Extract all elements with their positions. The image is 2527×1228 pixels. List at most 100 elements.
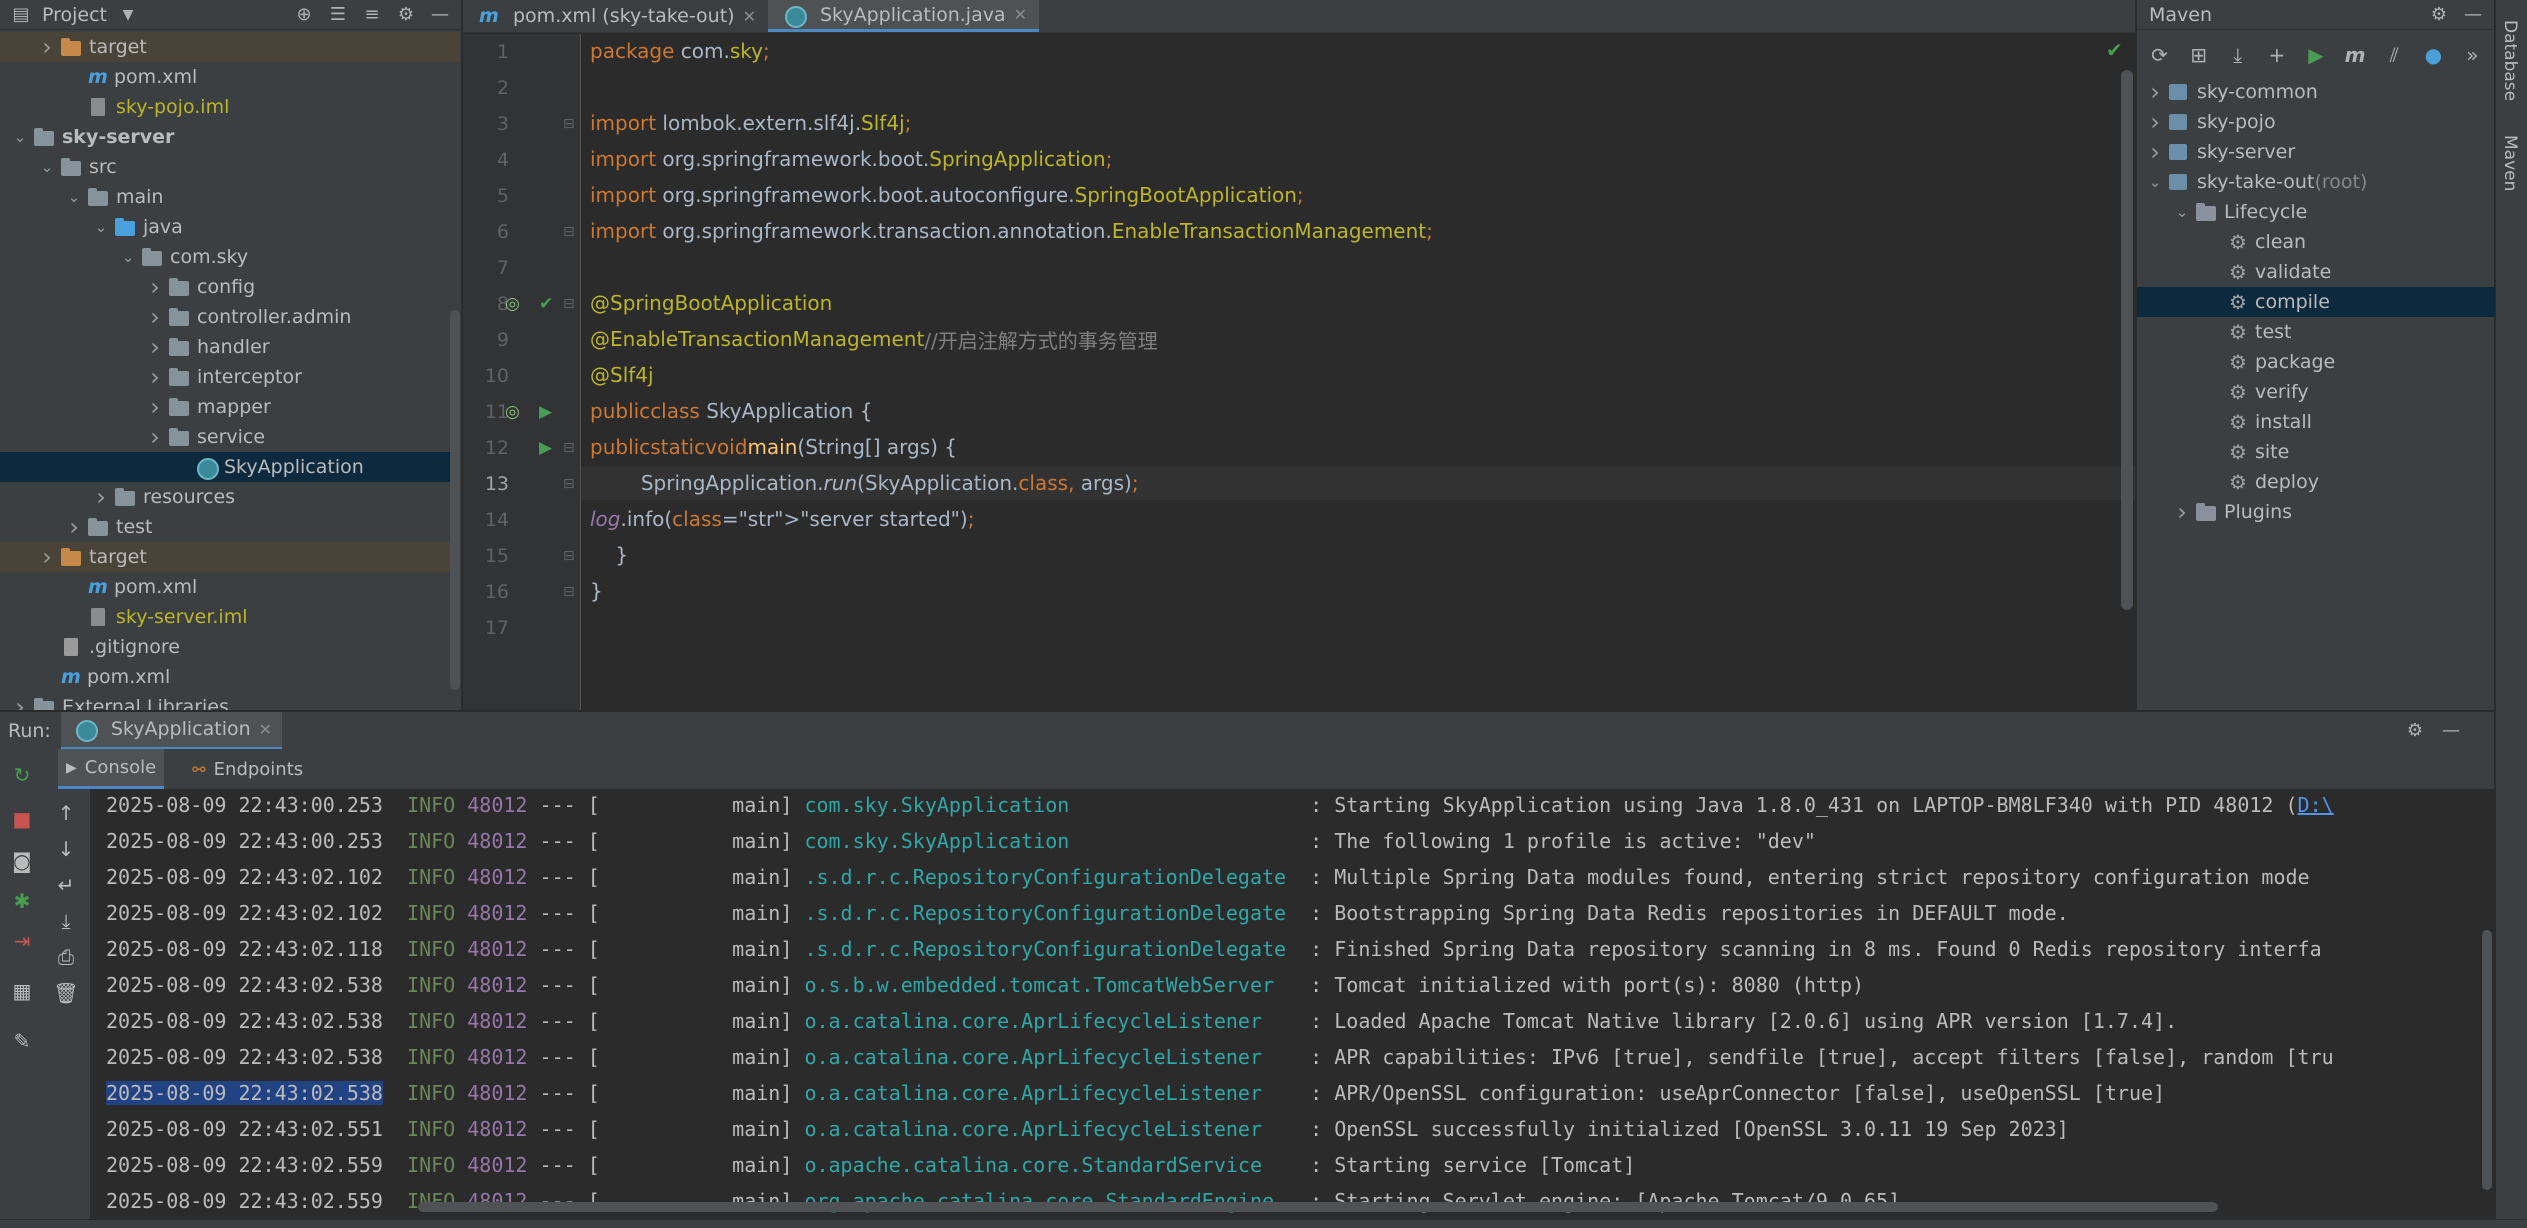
log-line[interactable]: 2025-08-09 22:43:02.118 INFO 48012 --- [… [106,931,2322,967]
tree-item[interactable]: ⌄ sky-server [0,122,460,152]
log-path-link[interactable]: D:\ [2298,793,2334,817]
maven-tree-item[interactable]: ⚙ test [2137,317,2495,347]
tree-item[interactable]: › mapper [0,392,460,422]
editor-scrollbar[interactable] [2121,70,2133,610]
maven-tree-item[interactable]: ⚙ site [2137,437,2495,467]
fold-marker-icon[interactable]: ⊟ [563,476,575,492]
gear-icon[interactable]: ⚙ [2426,2,2452,28]
chevron-right-icon[interactable]: › [2145,78,2165,106]
chevron-down-icon[interactable]: ⌄ [2145,173,2165,191]
tree-item[interactable]: ⌄ main [0,182,460,212]
maven-tree-item[interactable]: ⌄ Lifecycle [2137,197,2495,227]
reload-icon[interactable]: ⟳ [2143,43,2176,67]
fold-marker-icon[interactable]: ⊟ [563,116,575,132]
fold-marker-icon[interactable]: ⊟ [563,296,575,312]
code-line[interactable]: package com. sky; [590,36,770,66]
debug-icon[interactable]: ✱ [2,889,42,913]
spring-run-icon[interactable]: ✔ [539,294,553,314]
maven-tree-item[interactable]: ⚙ package [2137,347,2495,377]
console-horizontal-scrollbar[interactable] [418,1202,2218,1212]
rerun-icon[interactable]: ↻ [2,763,42,787]
tree-item[interactable]: › handler [0,332,460,362]
tree-item[interactable]: › target [0,542,460,572]
maven-tree-item[interactable]: › sky-common [2137,77,2495,107]
log-line[interactable]: 2025-08-09 22:43:02.538 INFO 48012 --- [… [106,1075,2165,1111]
chevron-down-icon[interactable]: ⌄ [91,218,111,236]
chevron-right-icon[interactable]: › [91,483,111,511]
minimize-icon[interactable]: — [2438,718,2464,744]
fold-marker-icon[interactable]: ⊟ [563,224,575,240]
code-line[interactable]: @Slf4j [590,360,654,390]
maven-tree-item[interactable]: ⚙ clean [2137,227,2495,257]
scroll-to-end-icon[interactable]: ⤓ [46,909,86,933]
chevron-right-icon[interactable]: › [145,363,165,391]
run-config-tab[interactable]: SkyApplication ✕ [60,711,283,750]
soft-wrap-icon[interactable]: ↵ [46,873,86,897]
tab-skyapplication-java[interactable]: SkyApplication.java ✕ [767,0,1040,32]
chevron-right-icon[interactable]: › [145,393,165,421]
chevron-right-icon[interactable]: › [2145,108,2165,136]
maven-tree-item[interactable]: › sky-pojo [2137,107,2495,137]
code-line[interactable]: import org.springframework.transaction.a… [590,216,1433,246]
chevron-down-icon[interactable]: ▼ [115,2,141,28]
code-line[interactable]: SpringApplication. run (SkyApplication. cla… [590,468,1139,498]
close-icon[interactable]: ✕ [259,720,272,739]
close-icon[interactable]: ✕ [1014,5,1027,24]
trash-icon[interactable]: 🗑 [46,981,86,1005]
maven-tree-item[interactable]: › Plugins [2137,497,2495,527]
minimize-icon[interactable]: — [427,2,453,28]
expand-all-icon[interactable]: ☰ [325,2,351,28]
tree-item[interactable]: SkyApplication [0,452,460,482]
database-tool-button[interactable]: Database [2500,20,2520,101]
toggle-offline-icon[interactable]: ⫽ [2378,43,2411,67]
maven-tree-item[interactable]: ⌄ sky-take-out (root) [2137,167,2495,197]
code-line[interactable]: @EnableTransactionManagement //开启注解方式的事务… [590,324,1158,354]
run-icon[interactable]: ▶ [539,438,552,458]
minimize-icon[interactable]: — [2460,2,2486,28]
fold-marker-icon[interactable]: ⊟ [563,548,575,564]
tree-item[interactable]: .gitignore [0,632,460,662]
log-line[interactable]: 2025-08-09 22:43:02.559 INFO 48012 --- [… [106,1147,1635,1183]
project-title[interactable]: Project [42,4,107,26]
pin-icon[interactable]: ✎ [2,1029,42,1053]
log-line[interactable]: 2025-08-09 22:43:02.538 INFO 48012 --- [… [106,1039,2334,1075]
more-icon[interactable]: » [2456,43,2489,67]
chevron-right-icon[interactable]: › [145,273,165,301]
log-line[interactable]: 2025-08-09 22:43:02.102 INFO 48012 --- [… [106,895,2069,931]
skip-tests-icon[interactable]: ● [2417,43,2450,67]
chevron-right-icon[interactable]: › [2145,138,2165,166]
chevron-down-icon[interactable]: ⌄ [37,158,57,176]
tree-item[interactable]: ⌄ java [0,212,460,242]
log-line[interactable]: 2025-08-09 22:43:02.102 INFO 48012 --- [… [106,859,2310,895]
chevron-right-icon[interactable]: › [64,513,84,541]
exit-icon[interactable]: ⇥ [2,929,42,953]
code-line[interactable]: import lombok.extern.slf4j. Slf4j; [590,108,911,138]
chevron-right-icon[interactable]: › [37,33,57,61]
print-icon[interactable]: ⎙ [46,945,86,969]
tab-pom-xml[interactable]: m pom.xml (sky-take-out) ✕ [463,0,768,32]
tree-item[interactable]: › interceptor [0,362,460,392]
locate-icon[interactable]: ⊕ [291,2,317,28]
stop-icon[interactable]: ■ [2,807,42,831]
tree-item[interactable]: › resources [0,482,460,512]
code-line[interactable]: @SpringBootApplication [590,288,832,318]
maven-tool-button[interactable]: Maven [2500,135,2520,191]
tab-endpoints[interactable]: ⚯ Endpoints [184,749,311,789]
code-line[interactable]: } [590,576,603,606]
maven-tree-item[interactable]: ⚙ verify [2137,377,2495,407]
arrow-down-icon[interactable]: ↓ [46,837,86,861]
code-line[interactable]: public static void main (String[] args) { [590,432,957,462]
log-line[interactable]: 2025-08-09 22:43:02.559 INFO 48012 --- [… [106,1183,1900,1219]
code-line[interactable]: import org.springframework.boot. SpringAp… [590,144,1112,174]
chevron-right-icon[interactable]: › [2172,498,2192,526]
log-line[interactable]: 2025-08-09 22:43:02.538 INFO 48012 --- [… [106,967,1864,1003]
maven-tree-item[interactable]: › sky-server [2137,137,2495,167]
fold-marker-icon[interactable]: ⊟ [563,440,575,456]
run-icon[interactable]: ▶ [539,402,552,422]
log-line[interactable]: 2025-08-09 22:43:00.253 INFO 48012 --- [… [106,823,1816,859]
tree-item[interactable]: › External Libraries [0,692,460,710]
chevron-right-icon[interactable]: › [145,303,165,331]
fold-marker-icon[interactable]: ⊟ [563,584,575,600]
tree-item[interactable]: › target [0,32,460,62]
spring-bean-icon[interactable]: ◎ [505,402,520,422]
